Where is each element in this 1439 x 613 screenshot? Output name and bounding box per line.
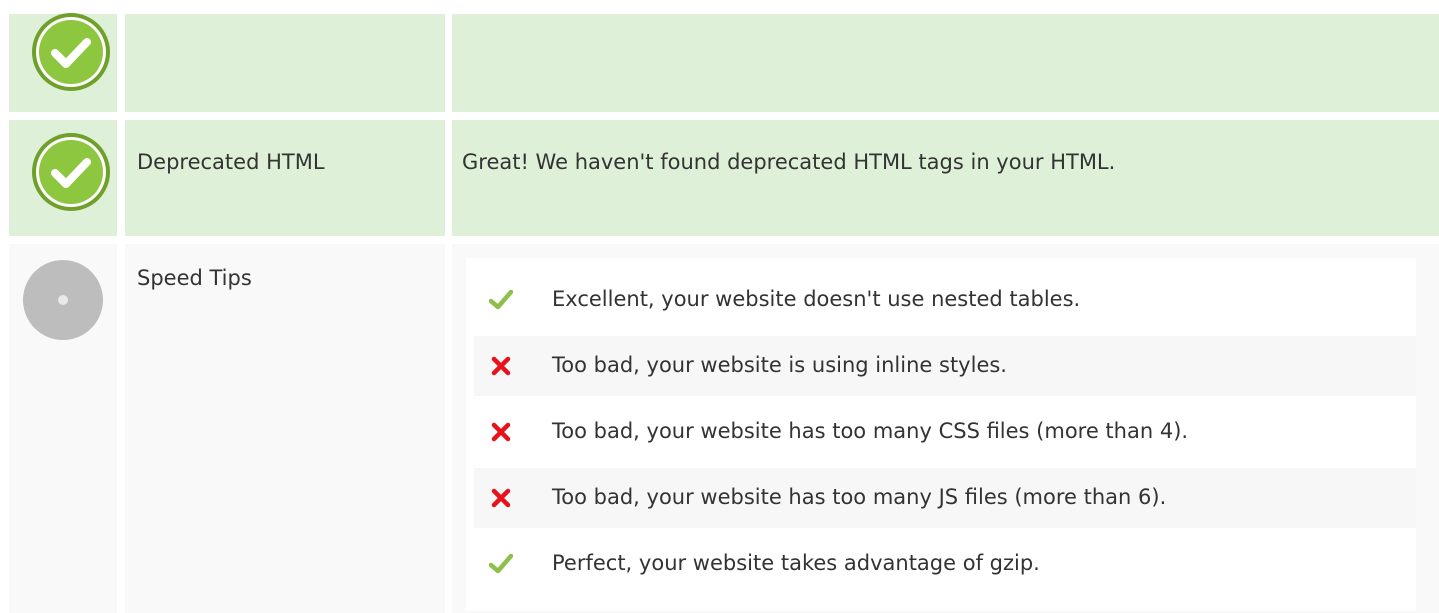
- label-cell: Deprecated HTML: [125, 120, 445, 236]
- message-cell: [452, 14, 1439, 112]
- row-label: Speed Tips: [137, 266, 252, 290]
- list-item: Excellent, your website doesn't use nest…: [474, 270, 1416, 330]
- result-row-speed-tips: Speed Tips Excellent, your website doesn…: [0, 244, 1439, 613]
- status-cell: [9, 244, 117, 613]
- cross-icon: [491, 488, 511, 508]
- list-item: Too bad, your website has too many JS fi…: [474, 468, 1416, 528]
- status-cell: [9, 13, 117, 112]
- message-cell: Excellent, your website doesn't use nest…: [452, 244, 1439, 613]
- pass-badge-icon: [29, 130, 113, 214]
- checkmark-icon: [489, 289, 513, 310]
- neutral-badge-icon: [21, 258, 105, 342]
- list-item: Perfect, your website takes advantage of…: [474, 534, 1416, 594]
- tip-text: Perfect, your website takes advantage of…: [552, 551, 1040, 575]
- result-row-top: [0, 13, 1439, 112]
- list-item: Too bad, your website has too many CSS f…: [474, 402, 1416, 462]
- label-cell: [125, 14, 445, 112]
- speed-tips-list: Excellent, your website doesn't use nest…: [466, 258, 1416, 611]
- tip-text: Excellent, your website doesn't use nest…: [552, 287, 1081, 311]
- pass-badge-icon: [29, 10, 113, 94]
- label-cell: Speed Tips: [125, 244, 445, 613]
- row-label: Deprecated HTML: [137, 150, 325, 174]
- tip-text: Too bad, your website is using inline st…: [552, 353, 1007, 377]
- status-cell: [9, 120, 117, 236]
- list-item: Too bad, your website is using inline st…: [474, 336, 1416, 396]
- message-cell: Great! We haven't found deprecated HTML …: [452, 120, 1439, 236]
- result-row-deprecated-html: Deprecated HTML Great! We haven't found …: [0, 120, 1439, 236]
- checkmark-icon: [489, 553, 513, 574]
- cross-icon: [491, 356, 511, 376]
- row-message: Great! We haven't found deprecated HTML …: [462, 150, 1116, 174]
- cross-icon: [491, 422, 511, 442]
- tip-text: Too bad, your website has too many JS fi…: [552, 485, 1167, 509]
- tip-text: Too bad, your website has too many CSS f…: [552, 419, 1189, 443]
